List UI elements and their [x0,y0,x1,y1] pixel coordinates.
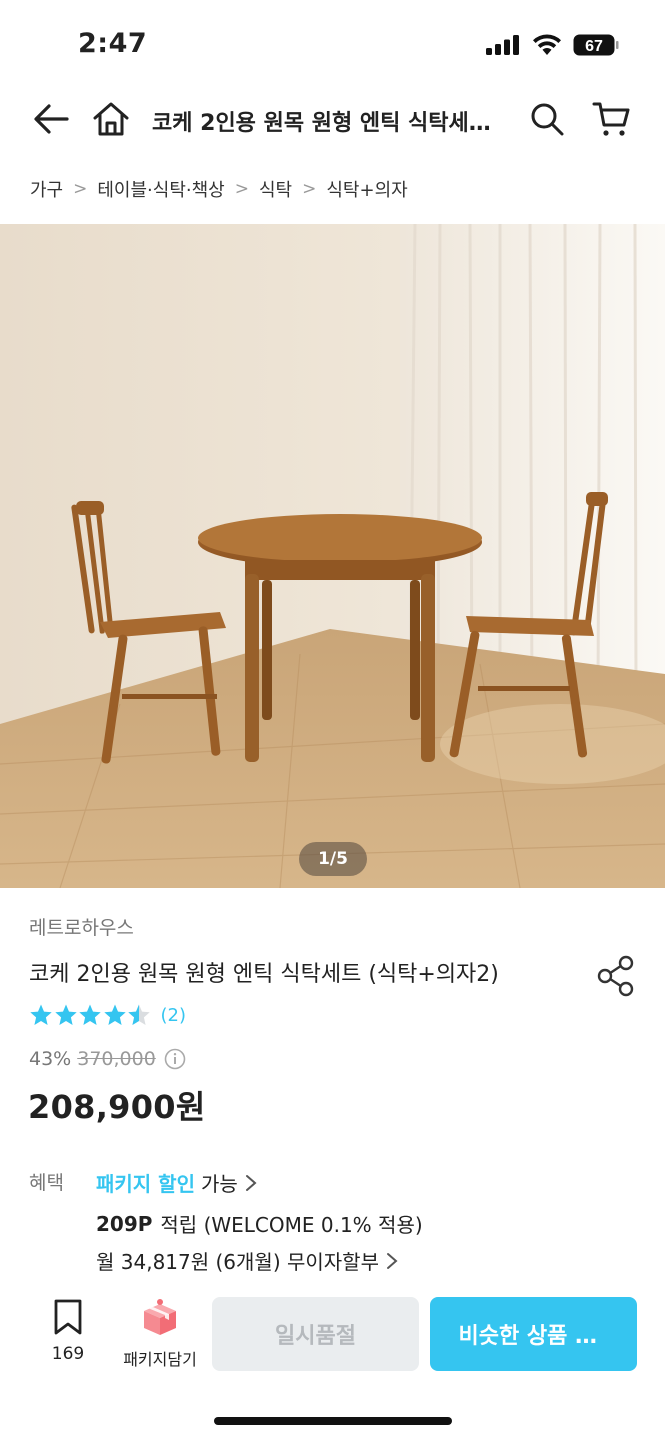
chevron-right-icon: > [234,179,249,199]
status-bar: 2:47 67 [0,0,665,88]
search-button[interactable] [526,98,568,140]
package-add-button[interactable]: 패키지담기 [113,1298,207,1374]
similar-products-button[interactable]: 비슷한 상품 보기 [430,1297,637,1371]
star-icon [30,1004,52,1025]
rating-row[interactable]: (2) [29,1001,186,1029]
battery-level: 67 [585,38,603,55]
soldout-button[interactable]: 일시품절 [212,1297,419,1371]
chevron-right-icon: > [73,179,88,199]
installment-text: 월 34,817원 (6개월) 무이자할부 [96,1250,379,1274]
search-icon [531,103,564,136]
home-indicator [214,1417,452,1425]
back-arrow-icon [34,104,69,134]
scrap-count: 169 [51,1344,85,1364]
back-button[interactable] [30,98,72,140]
breadcrumb-item[interactable]: 테이블·식탁·책상 [97,176,224,202]
points-row: 209P 적립 (WELCOME 0.1% 적용) [96,1209,423,1238]
scrap-button[interactable]: 169 [36,1298,100,1374]
package-add-label: 패키지담기 [123,1350,197,1369]
cellular-signal-icon [486,35,519,55]
chevron-right-icon [386,1252,398,1269]
home-button[interactable] [90,98,132,140]
star-rating [29,1003,152,1027]
package-box-icon [144,1299,176,1335]
benefit-label: 혜택 [29,1172,64,1194]
price-row: 43% 370,000 [29,1045,186,1073]
package-discount-row[interactable]: 패키지 할인 가능 [96,1168,258,1197]
brand-name[interactable]: 레트로하우스 [29,913,134,940]
bottom-action-bar: 169 패키지담기 일시품절 비슷한 상품 보기 [0,1288,665,1388]
points-text: 적립 (WELCOME 0.1% 적용) [160,1213,423,1237]
cart-icon [592,102,630,136]
info-icon[interactable] [164,1048,186,1070]
image-counter: 1/5 [299,842,367,876]
share-icon [597,955,634,997]
top-nav-bar: 코케 2인용 원목 원형 엔틱 식탁세트 (식탁+의자2) [0,88,665,148]
breadcrumb-item[interactable]: 가구 [30,176,63,202]
bookmark-icon [54,1299,82,1335]
chevron-right-icon: > [302,179,317,199]
cart-button[interactable] [590,98,632,140]
product-image-gallery[interactable] [0,224,665,888]
breadcrumb: 가구 > 테이블·식탁·책상 > 식탁 > 식탁+의자 [30,172,408,206]
discount-rate: 43% [29,1048,72,1070]
wifi-icon [533,34,561,55]
breadcrumb-item[interactable]: 식탁 [259,176,292,202]
installment-row[interactable]: 월 34,817원 (6개월) 무이자할부 [96,1246,399,1275]
star-icon [54,1004,77,1025]
sale-price: 208,900원 [28,1088,206,1126]
star-icon [79,1004,101,1025]
original-price: 370,000 [77,1048,156,1070]
product-photo [0,224,665,888]
package-discount-suffix: 가능 [200,1172,238,1196]
battery-icon: 67 [573,34,619,56]
star-icon [103,1004,126,1025]
breadcrumb-item[interactable]: 식탁+의자 [326,176,407,202]
nav-title: 코케 2인용 원목 원형 엔틱 식탁세트 (식탁+의자2) [152,111,497,136]
share-button[interactable] [596,954,638,998]
package-discount-link[interactable]: 패키지 할인 [96,1168,195,1197]
status-time: 2:47 [78,28,148,59]
chevron-right-icon [245,1174,257,1191]
home-icon [93,102,129,136]
similar-products-label: 비슷한 상품 보기 [458,1324,609,1349]
half-star-icon [128,1004,150,1025]
review-count[interactable]: (2) [161,1005,187,1026]
points-amount: 209P [96,1211,153,1236]
product-name: 코케 2인용 원목 원형 엔틱 식탁세트 (식탁+의자2) [29,962,499,987]
